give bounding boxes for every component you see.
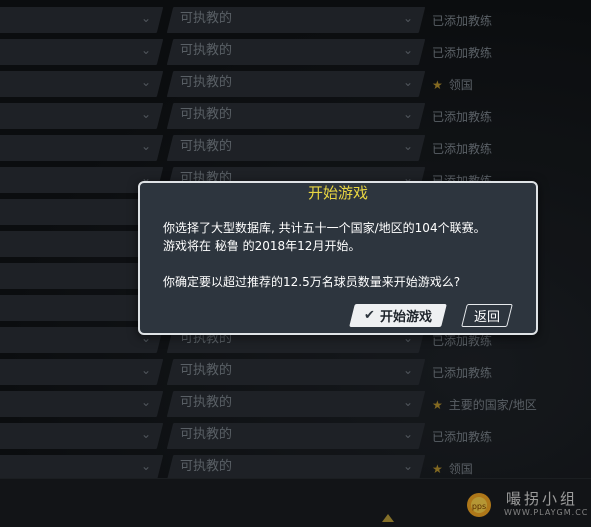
check-icon: ✔ (364, 308, 375, 323)
start-game-button[interactable]: ✔ 开始游戏 (349, 304, 447, 327)
start-game-dialog: 开始游戏 你选择了大型数据库, 共计五十一个国家/地区的104个联赛。 游戏将在… (138, 181, 538, 335)
back-button[interactable]: 返回 (461, 304, 513, 327)
back-label: 返回 (473, 310, 500, 325)
message-database-line: 你选择了大型数据库, 共计五十一个国家/地区的104个联赛。 (163, 221, 486, 235)
start-game-label: 开始游戏 (379, 310, 432, 325)
game-screen: ⌄ 可执教的 ⌄ 已添加教练 ⌄ 可执教的 ⌄ 已添加教练 ⌄ 可执教的 ⌄ ★ 领国 ⌄ 可执教的 ⌄ 已添加… (0, 0, 591, 527)
message-start-date-line: 游戏将在 秘鲁 的2018年12月开始。 (163, 239, 361, 253)
message-confirm-line: 你确定要以超过推荐的12.5万名球员数量来开始游戏么? (163, 275, 461, 289)
dialog-message: 你选择了大型数据库, 共计五十一个国家/地区的104个联赛。 游戏将在 秘鲁 的… (163, 219, 523, 291)
dialog-title: 开始游戏 (307, 184, 368, 202)
